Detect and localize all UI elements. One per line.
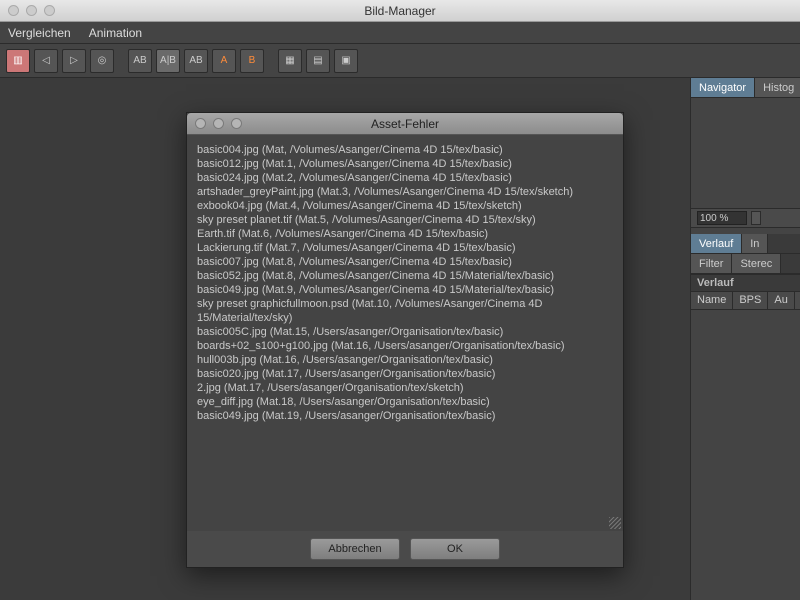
frame-next-icon[interactable]: ▷: [62, 49, 86, 73]
close-icon[interactable]: [8, 5, 19, 16]
col-name[interactable]: Name: [691, 292, 733, 309]
error-line: basic012.jpg (Mat.1, /Volumes/Asanger/Ci…: [197, 157, 613, 171]
zoom-icon[interactable]: [44, 5, 55, 16]
layout-icon[interactable]: ▣: [334, 49, 358, 73]
menubar: Vergleichen Animation: [0, 22, 800, 44]
error-line: basic004.jpg (Mat, /Volumes/Asanger/Cine…: [197, 143, 613, 157]
col-bps[interactable]: BPS: [733, 292, 768, 309]
error-line: basic024.jpg (Mat.2, /Volumes/Asanger/Ci…: [197, 171, 613, 185]
error-line: hull003b.jpg (Mat.16, /Users/asanger/Org…: [197, 353, 613, 367]
grid-icon[interactable]: ▦: [278, 49, 302, 73]
error-line: basic049.jpg (Mat.19, /Users/asanger/Org…: [197, 409, 613, 423]
error-line: basic052.jpg (Mat.8, /Volumes/Asanger/Ci…: [197, 269, 613, 283]
error-line: Earth.tif (Mat.6, /Volumes/Asanger/Cinem…: [197, 227, 613, 241]
tab-verlauf[interactable]: Verlauf: [691, 234, 742, 253]
error-line: Lackierung.tif (Mat.7, /Volumes/Asanger/…: [197, 241, 613, 255]
menu-vergleichen[interactable]: Vergleichen: [8, 26, 71, 40]
dialog-close-icon[interactable]: [195, 118, 206, 129]
resize-grip-icon[interactable]: [609, 517, 621, 529]
tab-info[interactable]: In: [742, 234, 768, 253]
side-tabs-mid2: Filter Sterec: [691, 254, 800, 274]
toolbar: ▥◁▷◎ABA|BABAB▦▤▣: [0, 44, 800, 78]
error-line: basic020.jpg (Mat.17, /Users/asanger/Org…: [197, 367, 613, 381]
tab-stereo[interactable]: Sterec: [732, 254, 781, 273]
frame-prev-icon[interactable]: ◁: [34, 49, 58, 73]
zoom-row: [691, 208, 800, 228]
error-line: boards+02_s100+g100.jpg (Mat.16, /Users/…: [197, 339, 613, 353]
error-line: sky preset planet.tif (Mat.5, /Volumes/A…: [197, 213, 613, 227]
error-line: basic005C.jpg (Mat.15, /Users/asanger/Or…: [197, 325, 613, 339]
menu-animation[interactable]: Animation: [89, 26, 142, 40]
zoom-stepper[interactable]: [751, 211, 761, 225]
dialog-minimize-icon[interactable]: [213, 118, 224, 129]
dialog-titlebar[interactable]: Asset-Fehler: [187, 113, 623, 135]
error-line: sky preset graphicfullmoon.psd (Mat.10, …: [197, 297, 613, 325]
tiles-icon[interactable]: ▤: [306, 49, 330, 73]
window-controls: [8, 5, 55, 16]
zoom-input[interactable]: [697, 211, 747, 225]
side-panel: Navigator Histog Verlauf In Filter Stere…: [690, 78, 800, 600]
cancel-button[interactable]: Abbrechen: [310, 538, 400, 560]
asset-error-dialog: Asset-Fehler basic004.jpg (Mat, /Volumes…: [186, 112, 624, 568]
error-line: basic007.jpg (Mat.8, /Volumes/Asanger/Ci…: [197, 255, 613, 269]
tab-histogram[interactable]: Histog: [755, 78, 800, 97]
dialog-footer: Abbrechen OK: [187, 531, 623, 567]
film-icon[interactable]: ▥: [6, 49, 30, 73]
error-line: eye_diff.jpg (Mat.18, /Users/asanger/Org…: [197, 395, 613, 409]
tab-navigator[interactable]: Navigator: [691, 78, 755, 97]
dialog-title: Asset-Fehler: [371, 117, 439, 131]
window-title: Bild-Manager: [364, 4, 435, 18]
ok-button[interactable]: OK: [410, 538, 500, 560]
ab-compare-icon[interactable]: AB: [128, 49, 152, 73]
dialog-window-controls: [195, 118, 242, 129]
swap-b-icon[interactable]: B: [240, 49, 264, 73]
ab-diff-icon[interactable]: AB: [184, 49, 208, 73]
history-columns: Name BPS Au: [691, 292, 800, 310]
error-line: 2.jpg (Mat.17, /Users/asanger/Organisati…: [197, 381, 613, 395]
section-verlauf-header: Verlauf: [691, 274, 800, 292]
side-tabs-top: Navigator Histog: [691, 78, 800, 98]
dialog-body: basic004.jpg (Mat, /Volumes/Asanger/Cine…: [187, 135, 623, 531]
swap-a-icon[interactable]: A: [212, 49, 236, 73]
tab-filter[interactable]: Filter: [691, 254, 732, 273]
error-line: basic049.jpg (Mat.9, /Volumes/Asanger/Ci…: [197, 283, 613, 297]
error-line: artshader_greyPaint.jpg (Mat.3, /Volumes…: [197, 185, 613, 199]
col-au[interactable]: Au: [768, 292, 794, 309]
side-tabs-mid: Verlauf In: [691, 234, 800, 254]
dialog-zoom-icon[interactable]: [231, 118, 242, 129]
error-line: exbook04.jpg (Mat.4, /Volumes/Asanger/Ci…: [197, 199, 613, 213]
minimize-icon[interactable]: [26, 5, 37, 16]
ab-split-icon[interactable]: A|B: [156, 49, 180, 73]
main-window-titlebar: Bild-Manager: [0, 0, 800, 22]
error-list: basic004.jpg (Mat, /Volumes/Asanger/Cine…: [197, 143, 613, 423]
circle-icon[interactable]: ◎: [90, 49, 114, 73]
